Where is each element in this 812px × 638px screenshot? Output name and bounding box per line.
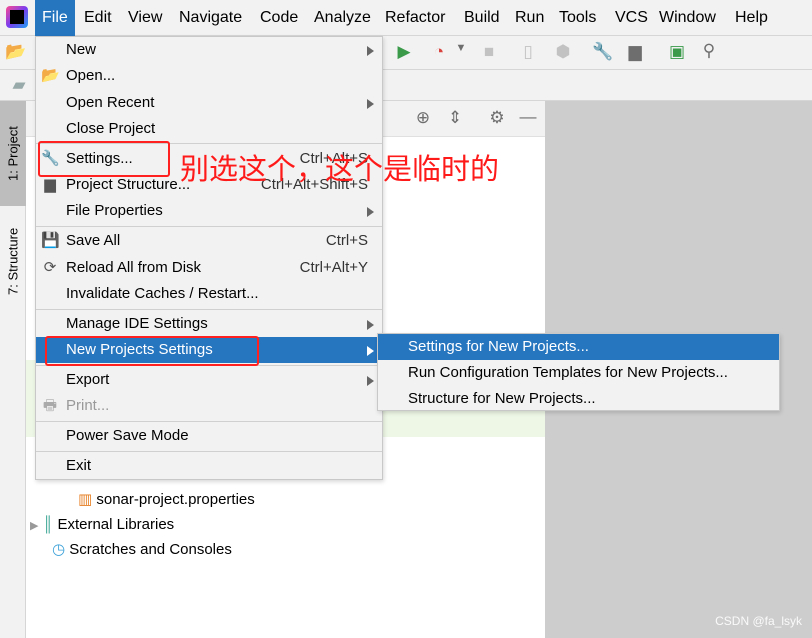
separator (36, 451, 382, 452)
tab-project[interactable]: 1: Project (0, 101, 26, 206)
menu-edit[interactable]: Edit (77, 0, 119, 36)
menu-item-label: Manage IDE Settings (66, 315, 208, 332)
separator (36, 226, 382, 227)
stop-icon[interactable]: ■ (478, 42, 500, 62)
menu-item-label: Print... (66, 397, 110, 414)
menu-item-close-project[interactable]: Close Project (36, 116, 382, 142)
menu-item-label: Exit (66, 457, 92, 474)
menu-item-new[interactable]: New (36, 37, 382, 63)
run-coverage-icon[interactable]: ▶ (393, 42, 415, 62)
tab-structure[interactable]: 7: Structure (0, 211, 26, 311)
menu-item-label: Export (66, 371, 110, 388)
submenu-item-run-config-templates[interactable]: Run Configuration Templates for New Proj… (378, 360, 779, 386)
shortcut-label: Ctrl+S (325, 232, 368, 249)
menu-help[interactable]: Help (728, 0, 775, 36)
menu-item-open[interactable]: 📂 Open... (36, 63, 382, 89)
menu-item-label: Power Save Mode (66, 427, 189, 444)
menu-file[interactable]: File (35, 0, 75, 36)
collapse-all-icon[interactable]: ⇕ (444, 108, 466, 128)
menu-item-manage-ide-settings[interactable]: Manage IDE Settings (36, 311, 382, 337)
open-folder-icon: 📂 (41, 67, 60, 84)
menu-item-label: New (66, 41, 97, 58)
tree-item-label: sonar-project.properties (96, 491, 255, 508)
search-icon[interactable]: ⚲ (698, 41, 720, 61)
libraries-icon: ║ (42, 516, 54, 533)
tree-item-file[interactable]: ▥ sonar-project.properties (78, 490, 255, 510)
submenu-arrow-icon (367, 320, 374, 330)
file-menu: New 📂 Open... Open Recent Close Project 🔧… (35, 36, 383, 480)
project-folder-icon: ▰ (12, 75, 26, 94)
new-projects-settings-submenu: Settings for New Projects... Run Configu… (377, 333, 780, 411)
menu-run[interactable]: Run (508, 0, 551, 36)
menu-item-label: File Properties (66, 202, 163, 219)
minimize-icon[interactable]: — (517, 107, 539, 127)
tab-project-label: 1: Project (5, 126, 21, 181)
menu-item-save-all[interactable]: 💾 Save All Ctrl+S (36, 228, 382, 254)
annotation-box-settings (38, 141, 170, 177)
wrench-icon[interactable]: 🔧 (592, 42, 614, 62)
menu-code[interactable]: Code (253, 0, 305, 36)
properties-file-icon: ▥ (78, 491, 93, 508)
menu-item-label: Open Recent (66, 94, 155, 111)
submenu-arrow-icon (367, 99, 374, 109)
printer-icon: 🖶 (42, 397, 58, 414)
menu-item-label: Invalidate Caches / Restart... (66, 285, 259, 302)
menu-item-invalidate-caches[interactable]: Invalidate Caches / Restart... (36, 281, 382, 307)
intellij-logo-icon (6, 6, 28, 28)
menu-item-power-save-mode[interactable]: Power Save Mode (36, 423, 382, 449)
run-console-icon[interactable]: ▣ (666, 42, 688, 62)
tab-structure-label: 7: Structure (5, 227, 21, 295)
submenu-item-structure-for-new-projects[interactable]: Structure for New Projects... (378, 386, 779, 412)
submenu-arrow-icon (367, 207, 374, 217)
shortcut-label: Ctrl+Alt+Y (299, 259, 368, 276)
menu-window[interactable]: Window (652, 0, 723, 36)
annotation-box-new-projects-settings (45, 336, 259, 366)
menu-item-label: Save All (66, 232, 121, 249)
profile-icon[interactable]: ◔ (428, 42, 450, 62)
left-tool-strip: 1: Project 7: Structure (0, 101, 26, 638)
menu-item-label: Open... (66, 67, 116, 84)
menu-navigate[interactable]: Navigate (172, 0, 249, 36)
menu-item-export[interactable]: Export (36, 367, 382, 393)
save-icon: 💾 (41, 232, 60, 249)
tree-item-scratches[interactable]: ◷ Scratches and Consoles (52, 540, 232, 560)
reload-icon: ⟳ (43, 259, 57, 276)
menu-build[interactable]: Build (457, 0, 507, 36)
open-folder-icon[interactable]: 📂 (5, 42, 27, 62)
gear-icon[interactable]: ⚙ (486, 108, 508, 128)
separator (36, 309, 382, 310)
locate-icon[interactable]: ⊕ (412, 108, 434, 128)
menu-item-reload[interactable]: ⟳ Reload All from Disk Ctrl+Alt+Y (36, 255, 382, 281)
menu-bar: File Edit View Navigate Code Analyze Ref… (0, 0, 812, 36)
menu-item-exit[interactable]: Exit (36, 453, 382, 479)
tree-item-label: Scratches and Consoles (69, 541, 232, 558)
device-icon[interactable]: ▯ (517, 42, 539, 62)
expand-arrow-icon[interactable]: ▶ (30, 520, 38, 532)
menu-item-file-properties[interactable]: File Properties (36, 198, 382, 224)
menu-vcs[interactable]: VCS (608, 0, 655, 36)
menu-refactor[interactable]: Refactor (378, 0, 452, 36)
project-structure-icon: ▆ (44, 176, 56, 193)
submenu-arrow-icon (367, 346, 374, 356)
separator (36, 421, 382, 422)
submenu-arrow-icon (367, 46, 374, 56)
submenu-arrow-icon (367, 376, 374, 386)
menu-item-open-recent[interactable]: Open Recent (36, 90, 382, 116)
tree-item-label: External Libraries (57, 516, 175, 533)
project-structure-icon[interactable]: ▆ (624, 42, 646, 62)
menu-tools[interactable]: Tools (552, 0, 603, 36)
tree-item-external-libraries[interactable]: ▶ ║ External Libraries (30, 515, 174, 536)
watermark: CSDN @fa_lsyk (715, 614, 802, 628)
annotation-text: 别选这个，这个是临时的 (180, 152, 500, 186)
scratches-icon: ◷ (52, 541, 66, 558)
menu-item-label: Reload All from Disk (66, 259, 202, 276)
package-icon[interactable]: ⬢ (552, 42, 574, 62)
menu-view[interactable]: View (121, 0, 169, 36)
chevron-down-icon[interactable]: ▼ (450, 42, 472, 54)
menu-item-label: Close Project (66, 120, 156, 137)
menu-item-print: 🖶 Print... (36, 393, 382, 419)
submenu-item-settings-for-new-projects[interactable]: Settings for New Projects... (378, 334, 779, 360)
menu-analyze[interactable]: Analyze (307, 0, 378, 36)
